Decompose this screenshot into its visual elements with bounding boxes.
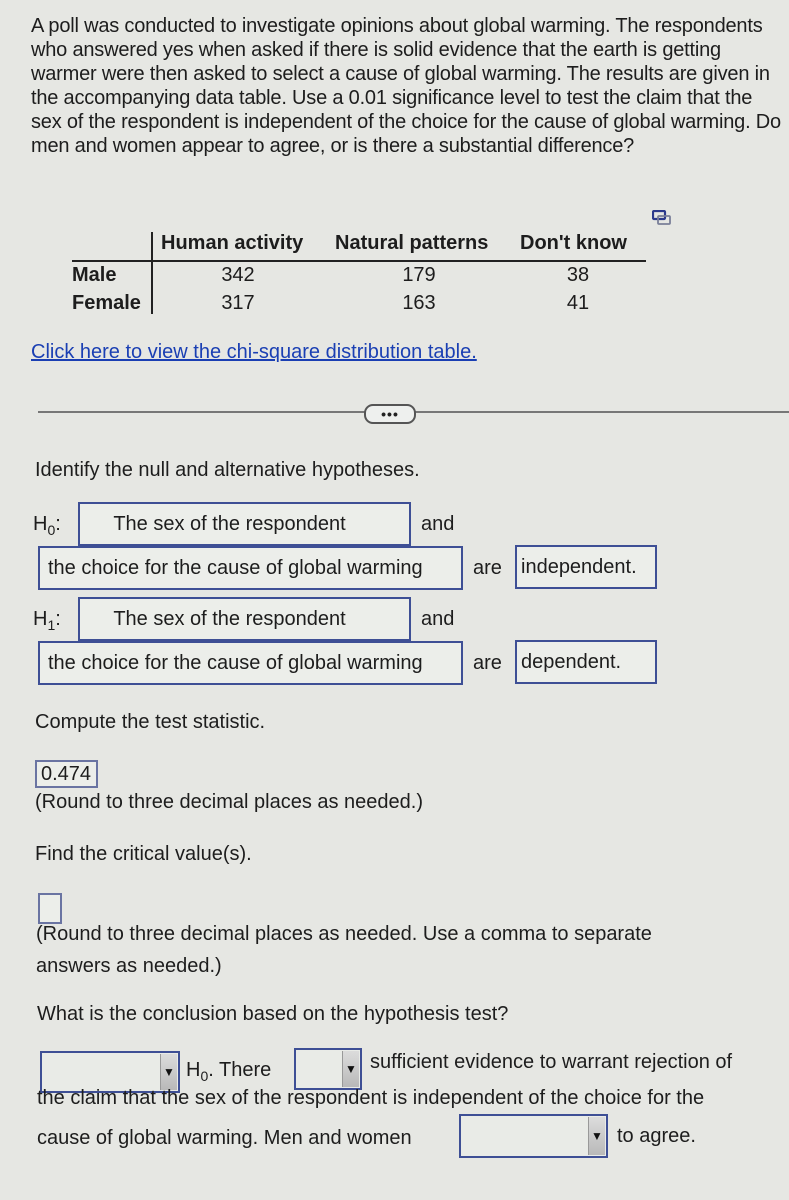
h1-letter: H xyxy=(33,608,48,630)
h1-relation-field[interactable]: dependent. xyxy=(515,640,657,684)
h1-first-variable-value: The sex of the respondent xyxy=(113,607,346,630)
conclusion-text-3: cause of global warming. Men and women xyxy=(37,1127,412,1149)
row-label: Female xyxy=(72,292,141,314)
h1-first-variable-field[interactable]: The sex of the respondent xyxy=(78,597,411,641)
conclusion-text-1: sufficient evidence to warrant rejection… xyxy=(370,1051,733,1073)
test-statistic-prompt: Compute the test statistic. xyxy=(35,711,266,733)
h0-letter: H xyxy=(186,1059,201,1081)
conclusion-prompt: What is the conclusion based on the hypo… xyxy=(37,1003,509,1025)
h0-second-variable-field[interactable]: the choice for the cause of global warmi… xyxy=(38,546,463,590)
h0-letter: H xyxy=(33,513,48,535)
dropdown-arrow-icon: ▼ xyxy=(160,1054,177,1090)
there-text: . There xyxy=(208,1059,272,1081)
column-header: Human activity xyxy=(161,232,304,254)
h0-second-variable-value: the choice for the cause of global warmi… xyxy=(48,556,423,579)
h1-colon: : xyxy=(55,608,61,630)
h0-first-variable-field[interactable]: The sex of the respondent xyxy=(78,502,411,546)
hypotheses-prompt: Identify the null and alternative hypoth… xyxy=(35,459,420,481)
chi-square-table-link[interactable]: Click here to view the chi-square distri… xyxy=(31,341,477,364)
h0-and-text: and xyxy=(421,513,455,535)
row-label: Male xyxy=(72,264,117,286)
test-statistic-note: (Round to three decimal places as needed… xyxy=(35,791,424,813)
dropdown-arrow-icon: ▼ xyxy=(588,1117,605,1155)
critical-value-note-line2: answers as needed.) xyxy=(36,955,222,977)
critical-value-prompt: Find the critical value(s). xyxy=(35,843,252,865)
critical-value-note-line1: (Round to three decimal places as needed… xyxy=(36,923,652,945)
h0-relation-field[interactable]: independent. xyxy=(515,545,657,589)
table-cell: 317 xyxy=(221,292,255,314)
h1-second-variable-field[interactable]: the choice for the cause of global warmi… xyxy=(38,641,463,685)
copy-icon[interactable] xyxy=(652,210,672,226)
problem-statement: A poll was conducted to investigate opin… xyxy=(31,15,781,157)
h0-first-variable-value: The sex of the respondent xyxy=(113,512,346,535)
h0-reference: H0. There xyxy=(186,1059,271,1084)
dropdown-arrow-icon: ▼ xyxy=(342,1051,359,1087)
h1-are-text: are xyxy=(473,652,502,674)
table-cell: 179 xyxy=(402,264,436,286)
h1-and-text: and xyxy=(421,608,455,630)
agreement-dropdown[interactable]: ▼ xyxy=(459,1114,608,1158)
column-header: Natural patterns xyxy=(335,232,489,254)
test-statistic-input[interactable]: 0.474 xyxy=(35,760,98,788)
h1-second-variable-value: the choice for the cause of global warmi… xyxy=(48,651,423,674)
h1-label: H1: xyxy=(33,608,61,633)
conclusion-text-2: the claim that the sex of the respondent… xyxy=(37,1087,705,1109)
h0-colon: : xyxy=(55,513,61,535)
critical-value-input[interactable] xyxy=(38,893,62,924)
column-header: Don't know xyxy=(520,232,627,254)
h0-label: H0: xyxy=(33,513,61,538)
h1-relation-value: dependent. xyxy=(521,650,622,673)
h0-relation-value: independent. xyxy=(521,555,637,578)
h0-are-text: are xyxy=(473,557,502,579)
table-cell: 41 xyxy=(566,292,590,314)
expand-more-button[interactable]: ••• xyxy=(364,404,416,424)
table-horizontal-rule xyxy=(72,260,646,262)
evidence-dropdown[interactable]: ▼ xyxy=(294,1048,362,1090)
table-cell: 163 xyxy=(402,292,436,314)
conclusion-text-4: to agree. xyxy=(617,1125,696,1147)
table-cell: 38 xyxy=(566,264,590,286)
table-vertical-rule xyxy=(151,232,153,314)
table-cell: 342 xyxy=(221,264,255,286)
